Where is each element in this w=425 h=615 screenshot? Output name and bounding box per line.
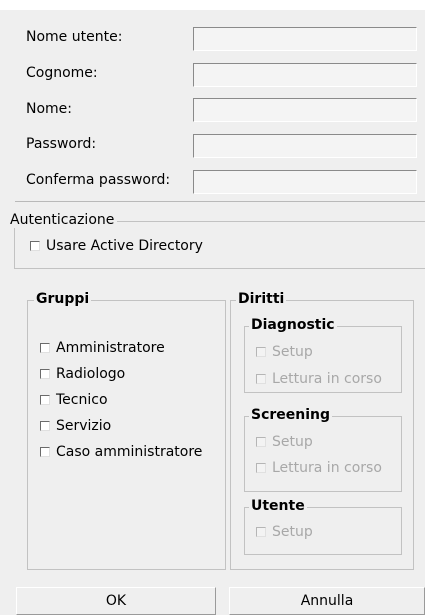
username-label: Nome utente: <box>26 29 123 45</box>
use-active-directory-checkbox[interactable]: Usare Active Directory <box>30 238 203 254</box>
authentication-title: Autenticazione <box>10 212 118 228</box>
user-setup-label: Setup <box>272 524 313 540</box>
checkbox-box[interactable] <box>256 463 266 473</box>
group-checkbox-tecnico[interactable]: Tecnico <box>40 392 108 408</box>
checkbox-box[interactable] <box>40 447 50 457</box>
password-label: Password: <box>26 136 97 152</box>
form-separator <box>15 201 425 202</box>
cancel-button[interactable]: Annulla <box>229 587 425 615</box>
checkbox-box[interactable] <box>256 437 266 447</box>
group-checkbox-amministratore[interactable]: Amministratore <box>40 340 165 356</box>
group-checkbox-caso-amministratore[interactable]: Caso amministratore <box>40 444 202 460</box>
screening-title: Screening <box>249 407 333 423</box>
user-setup-checkbox[interactable]: Setup <box>256 524 313 540</box>
use-active-directory-label: Usare Active Directory <box>46 238 203 254</box>
group-label: Servizio <box>56 418 112 434</box>
user-dialog: Nome utente: Cognome: Nome: Password: Co… <box>0 10 425 615</box>
password-field[interactable] <box>193 134 417 158</box>
group-label: Caso amministratore <box>56 444 203 460</box>
screening-setup-checkbox[interactable]: Setup <box>256 434 313 450</box>
diagnostic-setup-checkbox[interactable]: Setup <box>256 344 313 360</box>
checkbox-box[interactable] <box>40 343 50 353</box>
screening-group <box>244 416 402 492</box>
group-label: Radiologo <box>56 366 126 382</box>
username-field[interactable] <box>193 27 417 51</box>
user-rights-title: Utente <box>249 498 307 514</box>
checkbox-box[interactable] <box>40 369 50 379</box>
surname-label: Cognome: <box>26 65 98 81</box>
group-checkbox-servizio[interactable]: Servizio <box>40 418 111 434</box>
ok-button[interactable]: OK <box>16 587 216 615</box>
diagnostic-reading-checkbox[interactable]: Lettura in corso <box>256 371 382 387</box>
diagnostic-title: Diagnostic <box>249 317 337 333</box>
confirm-password-field[interactable] <box>193 170 417 194</box>
group-label: Amministratore <box>56 340 165 356</box>
screening-reading-label: Lettura in corso <box>272 460 382 476</box>
checkbox-box[interactable] <box>256 347 266 357</box>
checkbox-box[interactable] <box>40 395 50 405</box>
confirm-password-label: Conferma password: <box>26 172 171 188</box>
diagnostic-setup-label: Setup <box>272 344 313 360</box>
surname-field[interactable] <box>193 63 417 87</box>
checkbox-box[interactable] <box>40 421 50 431</box>
diagnostic-reading-label: Lettura in corso <box>272 371 382 387</box>
checkbox-box[interactable] <box>256 374 266 384</box>
screening-reading-checkbox[interactable]: Lettura in corso <box>256 460 382 476</box>
first-name-field[interactable] <box>193 98 417 122</box>
group-checkbox-radiologo[interactable]: Radiologo <box>40 366 125 382</box>
first-name-label: Nome: <box>26 101 73 117</box>
groups-title: Gruppi <box>34 291 92 307</box>
group-label: Tecnico <box>56 392 108 408</box>
rights-title: Diritti <box>236 291 287 307</box>
checkbox-box[interactable] <box>30 241 40 251</box>
screening-setup-label: Setup <box>272 434 313 450</box>
checkbox-box[interactable] <box>256 527 266 537</box>
